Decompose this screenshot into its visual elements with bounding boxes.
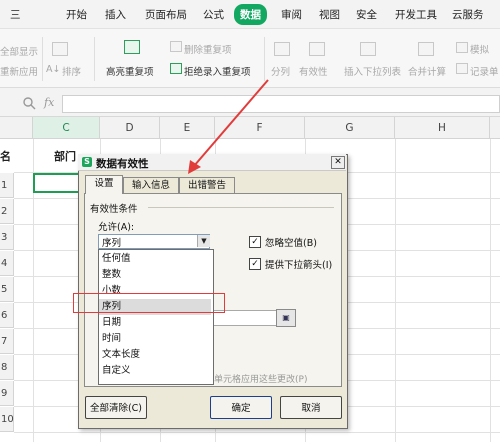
simulate-button[interactable]: 模拟	[470, 42, 489, 56]
dropdown-option-text-length[interactable]: 文本长度	[99, 347, 211, 363]
delete-duplicate-button[interactable]: 删除重复项	[184, 42, 232, 56]
row-header[interactable]: 4	[0, 251, 14, 276]
ribbon-toolbar	[0, 29, 500, 88]
split-column-button[interactable]: 分列	[271, 64, 290, 78]
chevron-down-icon[interactable]: ▼	[197, 235, 210, 247]
highlight-duplicate-icon[interactable]	[124, 40, 140, 54]
dropdown-option-date[interactable]: 日期	[99, 315, 211, 331]
simulate-icon	[456, 42, 468, 53]
criteria-divider	[148, 207, 334, 208]
ignore-blank-checkbox[interactable]: ✓	[249, 236, 261, 248]
menu-bar: 三 开始 插入 页面布局 公式 数据 审阅 视图 安全 开发工具 云服务	[0, 0, 500, 29]
row-header[interactable]: 5	[0, 277, 14, 302]
provide-dropdown-checkbox[interactable]: ✓	[249, 258, 261, 270]
record-form-button[interactable]: 记录单	[470, 64, 499, 78]
reject-duplicate-button[interactable]: 拒绝录入重复项	[184, 64, 251, 78]
show-all-button[interactable]: 全部显示	[0, 44, 38, 58]
clear-all-button[interactable]: 全部清除(C)	[85, 396, 147, 419]
column-header-e[interactable]: E	[160, 117, 215, 139]
search-icon[interactable]	[22, 96, 36, 110]
dropdown-option-time[interactable]: 时间	[99, 331, 211, 347]
sort-az-icon[interactable]	[52, 42, 68, 56]
row-header[interactable]: 9	[0, 381, 14, 406]
tab-settings[interactable]: 设置	[85, 175, 123, 194]
ok-button[interactable]: 确定	[210, 396, 272, 419]
menu-developer[interactable]: 开发工具	[395, 7, 437, 22]
column-header-c[interactable]: C	[33, 117, 100, 139]
dropdown-option-custom[interactable]: 自定义	[99, 363, 211, 379]
dialog-title: 数据有效性	[96, 158, 149, 170]
menu-home[interactable]: 开始	[66, 7, 87, 22]
menu-hamburger[interactable]: 三	[10, 7, 21, 22]
menu-review[interactable]: 审阅	[281, 7, 302, 22]
range-picker-icon[interactable]: ▣	[276, 309, 296, 327]
column-header-b[interactable]	[0, 117, 33, 139]
sort-icon-label: A↓	[46, 64, 61, 75]
highlight-duplicate-button[interactable]: 高亮重复项	[106, 64, 154, 78]
cancel-button[interactable]: 取消	[280, 396, 342, 419]
fx-icon[interactable]: fx	[44, 96, 54, 109]
ignore-blank-label: 忽略空值(B)	[265, 238, 317, 249]
column-header-f[interactable]: F	[215, 117, 305, 139]
validity-button[interactable]: 有效性	[299, 64, 328, 78]
delete-duplicate-icon	[170, 41, 182, 52]
formula-input[interactable]	[62, 95, 500, 113]
red-highlight-box	[73, 293, 225, 313]
dropdown-option-integer[interactable]: 整数	[99, 267, 211, 283]
header-cell-name: 名	[0, 150, 11, 163]
close-icon[interactable]: ✕	[331, 156, 345, 169]
column-header-h[interactable]: H	[395, 117, 490, 139]
dropdown-option-any[interactable]: 任何值	[99, 251, 211, 267]
row-header[interactable]: 6	[0, 303, 14, 328]
menu-security[interactable]: 安全	[356, 7, 377, 22]
row-header[interactable]: 7	[0, 329, 14, 354]
provide-dropdown-label: 提供下拉箭头(I)	[265, 260, 333, 271]
column-header-i[interactable]	[490, 117, 500, 139]
merge-calc-icon[interactable]	[418, 42, 434, 56]
merge-calc-button[interactable]: 合并计算	[408, 64, 446, 78]
menu-data[interactable]: 数据	[234, 4, 267, 25]
sort-button[interactable]: 排序	[62, 64, 81, 78]
app-logo-icon: S	[82, 157, 92, 167]
record-form-icon	[456, 63, 468, 74]
row-header[interactable]: 10	[0, 407, 14, 432]
menu-cloud[interactable]: 云服务	[452, 7, 484, 22]
tab-input-message[interactable]: 输入信息	[123, 177, 179, 193]
tab-error-alert[interactable]: 出错警告	[179, 177, 235, 193]
column-header-g[interactable]: G	[305, 117, 395, 139]
row-header[interactable]: 1	[0, 173, 14, 198]
allow-label: 允许(A):	[98, 222, 135, 233]
menu-formula[interactable]: 公式	[203, 7, 224, 22]
row-header[interactable]: 3	[0, 225, 14, 250]
column-header-d[interactable]: D	[100, 117, 160, 139]
reapply-button[interactable]: 重新应用	[0, 64, 38, 78]
allow-select-value: 序列	[102, 238, 122, 249]
header-cell-department: 部门	[54, 150, 76, 163]
row-header[interactable]: 2	[0, 199, 14, 224]
row-header[interactable]: 8	[0, 355, 14, 380]
menu-page-layout[interactable]: 页面布局	[145, 7, 187, 22]
menu-view[interactable]: 视图	[319, 7, 340, 22]
insert-dropdown-icon[interactable]	[360, 42, 376, 56]
insert-dropdown-button[interactable]: 插入下拉列表	[344, 64, 401, 78]
criteria-group-label: 有效性条件	[90, 204, 138, 215]
split-column-icon[interactable]	[274, 42, 290, 56]
reject-duplicate-icon	[170, 63, 182, 74]
menu-insert[interactable]: 插入	[105, 7, 126, 22]
validity-icon[interactable]	[309, 42, 325, 56]
